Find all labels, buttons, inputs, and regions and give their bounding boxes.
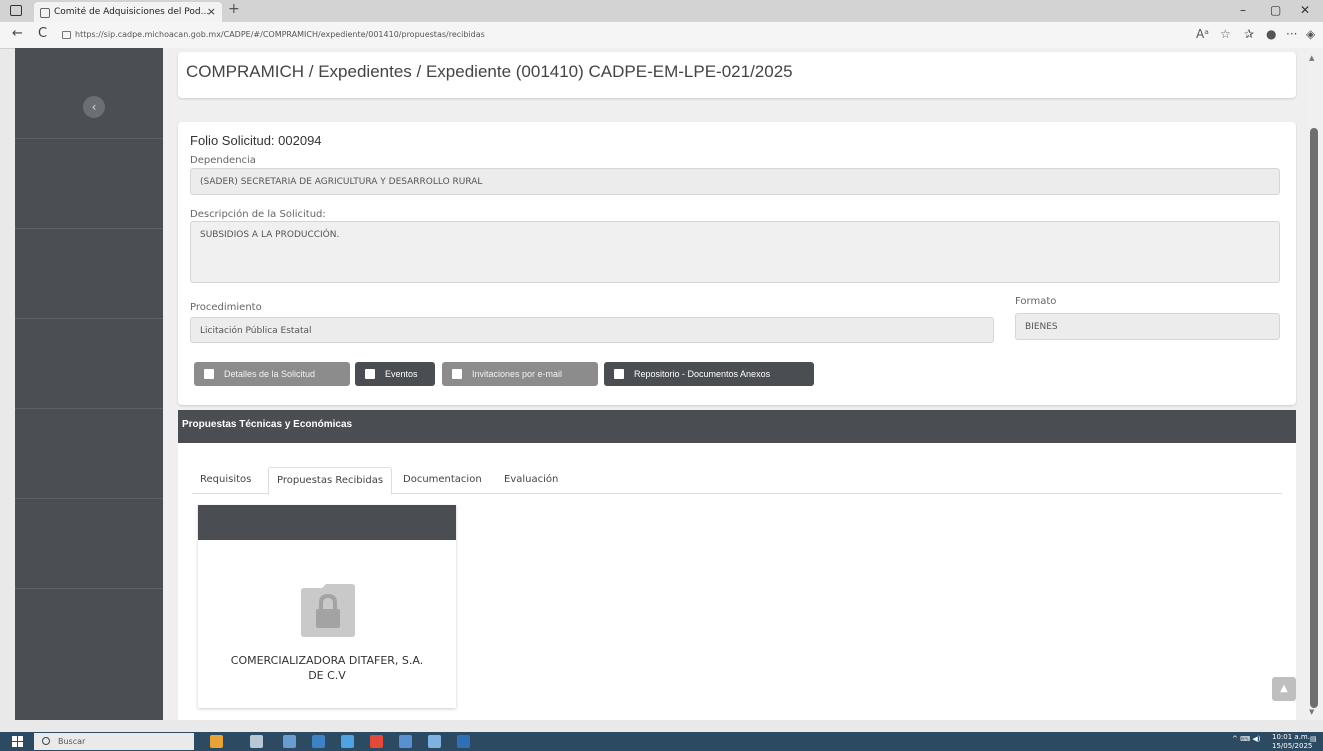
proposal-company-name: COMERCIALIZADORA DITAFER, S.A. DE C.V <box>198 653 456 683</box>
calendar-icon <box>365 369 375 379</box>
proposals-panel-title: Propuestas Técnicas y Económicas <box>182 419 353 430</box>
scrollbar-thumb[interactable] <box>1310 128 1318 708</box>
close-window-button[interactable]: ✕ <box>1300 3 1310 17</box>
repositorio-documentos-button[interactable]: Repositorio - Documentos Anexos <box>604 362 814 386</box>
tab-documentacion[interactable]: Documentacion <box>395 467 490 492</box>
windows-start-icon[interactable] <box>12 736 24 747</box>
back-button[interactable]: ← <box>12 26 23 41</box>
copilot-icon[interactable]: ◈ <box>1306 27 1315 41</box>
favorite-icon[interactable]: ☆ <box>1220 27 1231 41</box>
proposals-panel-header: Propuestas Técnicas y Económicas <box>178 410 1296 443</box>
more-menu-button[interactable]: ··· <box>1286 27 1297 41</box>
invitaciones-email-button[interactable]: Invitaciones por e-mail <box>442 362 598 386</box>
breadcrumb: COMPRAMICH / Expedientes / Expediente (0… <box>186 62 793 81</box>
url-field[interactable]: https://sip.cadpe.michoacan.gob.mx/CADPE… <box>62 26 1162 44</box>
request-details-card: Folio Solicitud: 002094 Dependencia (SAD… <box>178 122 1296 405</box>
profile-icon[interactable]: ● <box>1266 27 1276 41</box>
app-icon[interactable] <box>210 735 223 748</box>
dependencia-label: Dependencia <box>190 155 256 166</box>
app-icon[interactable] <box>341 735 354 748</box>
descripcion-textarea[interactable]: SUBSIDIOS A LA PRODUCCIÓN. <box>190 221 1280 283</box>
tab-propuestas-recibidas[interactable]: Propuestas Recibidas <box>268 467 393 495</box>
locked-folder-icon <box>301 584 355 637</box>
new-tab-button[interactable]: + <box>228 1 240 17</box>
proposal-company-line2: DE C.V <box>308 669 346 682</box>
dependencia-field[interactable]: (SADER) SECRETARIA DE AGRICULTURA Y DESA… <box>190 168 1280 195</box>
tab-evaluacion[interactable]: Evaluación <box>496 467 566 492</box>
procedimiento-label: Procedimiento <box>190 302 262 313</box>
clock-date: 15/05/2025 <box>1272 742 1313 750</box>
mail-icon[interactable] <box>399 735 412 748</box>
taskbar-search-placeholder: Buscar <box>58 737 86 746</box>
url-text: https://sip.cadpe.michoacan.gob.mx/CADPE… <box>75 30 485 39</box>
window-icon[interactable] <box>10 5 22 16</box>
tab-title: Comité de Adquisiciones del Pod... <box>54 7 210 17</box>
scroll-down-arrow-icon[interactable]: ▼ <box>1309 708 1314 716</box>
sidebar-divider <box>15 138 163 139</box>
collapse-sidebar-button[interactable]: ‹ <box>83 96 105 118</box>
sidebar-divider <box>15 408 163 409</box>
eventos-button[interactable]: Eventos <box>355 362 435 386</box>
favicon-icon <box>40 8 50 18</box>
scroll-up-arrow-icon[interactable]: ▲ <box>1309 54 1314 62</box>
formato-field[interactable]: BIENES <box>1015 313 1280 340</box>
eventos-label: Eventos <box>385 369 418 379</box>
detalles-solicitud-label: Detalles de la Solicitud <box>224 369 316 379</box>
notifications-icon[interactable]: ▤ <box>1310 735 1317 743</box>
descripcion-label: Descripción de la Solicitud: <box>190 209 326 220</box>
proposal-card-header <box>198 505 456 540</box>
invitaciones-email-label: Invitaciones por e-mail <box>472 369 563 379</box>
sidebar: ‹ <box>15 48 163 720</box>
proposal-card[interactable]: COMERCIALIZADORA DITAFER, S.A. DE C.V <box>198 505 456 708</box>
formato-label: Formato <box>1015 296 1057 307</box>
app-icon[interactable] <box>283 735 296 748</box>
task-view-icon[interactable] <box>250 735 263 748</box>
tray-icons[interactable]: ^ ⌨ ◀) <box>1232 735 1261 743</box>
scroll-to-top-button[interactable]: ▲ <box>1272 677 1296 701</box>
archive-icon <box>614 369 624 379</box>
edge-icon[interactable] <box>312 735 325 748</box>
clock-time: 10:01 a.m. <box>1272 733 1310 741</box>
repositorio-documentos-label: Repositorio - Documentos Anexos <box>634 369 771 379</box>
proposals-panel-body: Requisitos Propuestas Recibidas Document… <box>178 443 1296 720</box>
close-tab-icon[interactable]: × <box>207 2 216 22</box>
lock-icon <box>62 30 71 39</box>
folio-heading: Folio Solicitud: 002094 <box>190 133 322 148</box>
sidebar-divider <box>15 498 163 499</box>
reload-button[interactable]: C <box>38 26 47 41</box>
sidebar-divider <box>15 588 163 589</box>
address-bar-row: ← C https://sip.cadpe.michoacan.gob.mx/C… <box>0 22 1323 49</box>
proposals-tabs: Requisitos Propuestas Recibidas Document… <box>192 467 1282 495</box>
browser-tab-bar: Comité de Adquisiciones del Pod... × + –… <box>0 0 1323 22</box>
minimize-button[interactable]: – <box>1240 3 1246 17</box>
sidebar-divider <box>15 318 163 319</box>
detalles-solicitud-button[interactable]: Detalles de la Solicitud <box>194 362 350 386</box>
sidebar-divider <box>15 228 163 229</box>
maximize-button[interactable]: ▢ <box>1270 3 1281 17</box>
proposal-company-line1: COMERCIALIZADORA DITAFER, S.A. <box>230 654 424 667</box>
favorites-icon[interactable]: ✰ <box>1244 27 1254 41</box>
search-icon <box>42 737 50 745</box>
os-taskbar: Buscar ^ ⌨ ◀) 10:01 a.m. 15/05/2025 ▤ <box>0 732 1323 751</box>
app-icon[interactable] <box>428 735 441 748</box>
read-aloud-icon[interactable]: Aᵃ <box>1196 27 1209 41</box>
document-icon <box>204 369 214 379</box>
browser-tab[interactable]: Comité de Adquisiciones del Pod... × <box>34 2 222 22</box>
taskbar-search-box[interactable]: Buscar <box>34 733 194 750</box>
procedimiento-field[interactable]: Licitación Pública Estatal <box>190 317 994 343</box>
envelope-icon <box>452 369 462 379</box>
tab-requisitos[interactable]: Requisitos <box>192 467 259 492</box>
word-icon[interactable] <box>457 735 470 748</box>
chrome-icon[interactable] <box>370 735 383 748</box>
breadcrumb-card: COMPRAMICH / Expedientes / Expediente (0… <box>178 52 1296 98</box>
